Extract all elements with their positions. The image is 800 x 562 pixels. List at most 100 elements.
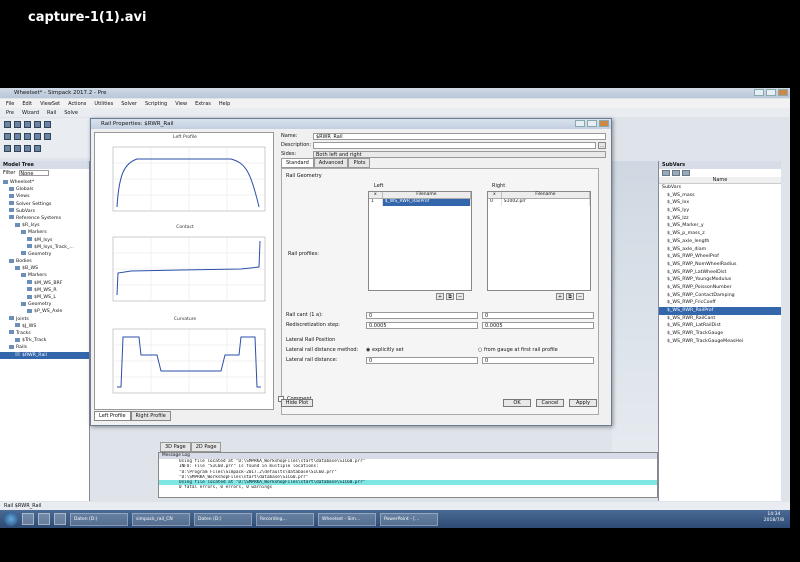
subvar-item[interactable]: $_WS_RWP_PoissonNumber (659, 284, 781, 292)
subvar-item[interactable]: $_WS_RWP_ContactDamping (659, 292, 781, 300)
minimize-button[interactable] (754, 89, 764, 96)
tree-item[interactable]: $P_WS_Axle (0, 308, 89, 315)
menu-item[interactable]: ViewSet (40, 101, 60, 107)
tree-item[interactable]: Geometry (0, 251, 89, 258)
rail-cant-left-input[interactable]: 0 (366, 311, 478, 319)
subvar-item[interactable]: $_WS_RWR_LatRailDist (659, 322, 781, 330)
tree-item[interactable]: Joints (0, 316, 89, 323)
sides-select[interactable]: Both left and right (313, 150, 606, 158)
description-more-button[interactable]: … (598, 141, 606, 149)
tree-item[interactable]: $B_WS (0, 265, 89, 272)
tree-item[interactable]: SubVars (0, 208, 89, 215)
body-icon[interactable] (14, 133, 21, 140)
tree-item[interactable]: Markers (0, 272, 89, 279)
dialog-help-button[interactable] (575, 120, 585, 127)
menu-item[interactable]: Edit (22, 101, 32, 107)
menu-item[interactable]: Extras (195, 101, 211, 107)
apply-button[interactable]: Apply (569, 399, 597, 407)
table-cell[interactable]: S1002.prr (502, 199, 590, 206)
subvar-item[interactable]: $_WS_RWP_FricCoeff (659, 299, 781, 307)
3d-view[interactable] (612, 161, 658, 461)
tree-item[interactable]: Reference Systems (0, 215, 89, 222)
delete-subvar-icon[interactable] (682, 170, 690, 176)
print-icon[interactable] (34, 121, 41, 128)
tree-item[interactable]: Views (0, 193, 89, 200)
measure-icon[interactable] (34, 145, 41, 152)
tab-advanced[interactable]: Advanced (313, 158, 349, 168)
subvar-item[interactable]: SubVars (659, 184, 781, 192)
subvar-item[interactable]: $_WS_Ixx (659, 199, 781, 207)
solve-icon[interactable] (4, 145, 11, 152)
maximize-button[interactable] (766, 89, 776, 96)
name-input[interactable]: $RWR_Rail (313, 132, 606, 140)
subvar-item[interactable]: $_WS_Izz (659, 215, 781, 223)
method-gauge-radio[interactable]: ○ from gauge at first rail profile (478, 347, 588, 353)
tree-item[interactable]: Geometry (0, 301, 89, 308)
taskbar-task[interactable]: Daten (D:) (70, 512, 128, 526)
rediscretization-right-input[interactable]: 0.0005 (482, 321, 594, 329)
plot-icon[interactable] (14, 145, 21, 152)
copy-row-button[interactable]: ⧉ (446, 293, 454, 300)
menu-item[interactable]: Help (219, 101, 230, 107)
description-input[interactable] (313, 141, 596, 149)
ok-button[interactable]: OK (503, 399, 531, 407)
table-row[interactable]: 1 $_WS_RWR_RailProf (369, 199, 471, 206)
subvar-item[interactable]: $_WS_axle_diam (659, 246, 781, 254)
tree-item[interactable]: $R_Isys (0, 222, 89, 229)
tree-item[interactable]: $RWR_Rail (0, 351, 89, 359)
subvar-item[interactable]: $_WS_RWP_LatWheelDist (659, 269, 781, 277)
copy-row-button[interactable]: ⧉ (566, 293, 574, 300)
tab-left-profile[interactable]: Left Profile (94, 411, 131, 421)
save-icon[interactable] (24, 121, 31, 128)
tree-item[interactable]: Wheelset* (0, 179, 89, 186)
joint-icon[interactable] (24, 133, 31, 140)
media-icon[interactable] (38, 513, 50, 525)
tree-item[interactable]: $M_WS_L (0, 294, 89, 301)
tree-item[interactable]: $M_Isys_Track_... (0, 244, 89, 251)
tree-item[interactable]: $Trk_Track (0, 337, 89, 344)
force-icon[interactable] (34, 133, 41, 140)
lateral-distance-left-input[interactable]: 0 (366, 356, 478, 364)
subvar-item[interactable]: $_WS_RWP_NomWheelRadius (659, 261, 781, 269)
subvar-item[interactable]: $_WS_Iyy (659, 207, 781, 215)
menu-item[interactable]: File (6, 101, 14, 107)
method-explicit-radio[interactable]: ◉ explicitly set (366, 347, 478, 353)
menu-item[interactable]: Solver (121, 101, 137, 107)
tree-item[interactable]: Rails (0, 344, 89, 351)
tab-2d-page[interactable]: 2D Page (190, 442, 222, 452)
tree-item[interactable]: $M_Isys (0, 237, 89, 244)
dialog-close-button[interactable] (599, 120, 609, 127)
tab-plots[interactable]: Plots (348, 158, 371, 168)
tree-item[interactable]: Solver Settings (0, 201, 89, 208)
dialog-maximize-button[interactable] (587, 120, 597, 127)
ribbon-tab[interactable]: Pre (6, 110, 14, 116)
undo-icon[interactable] (44, 121, 51, 128)
new-icon[interactable] (4, 121, 11, 128)
tree-item[interactable]: Markers (0, 229, 89, 236)
subvar-item[interactable]: $_WS_RWR_RailProf (659, 307, 781, 315)
start-button[interactable] (4, 512, 18, 526)
tree-item[interactable]: Bodies (0, 258, 89, 265)
tab-standard[interactable]: Standard (281, 158, 314, 168)
animation-icon[interactable] (24, 145, 31, 152)
lateral-distance-right-input[interactable]: 0 (482, 356, 594, 364)
tab-right-profile[interactable]: Right Profile (130, 411, 171, 421)
taskbar-task[interactable]: Daten (D:) (194, 512, 252, 526)
cancel-button[interactable]: Cancel (536, 399, 564, 407)
tab-3d-page[interactable]: 3D Page (160, 442, 191, 452)
subvar-item[interactable]: $_WS_axle_length (659, 238, 781, 246)
tree-item[interactable]: $M_WS_BRF (0, 280, 89, 287)
subvar-item[interactable]: $_WS_RWP_WheelProf (659, 253, 781, 261)
close-button[interactable] (778, 89, 788, 96)
remove-row-button[interactable]: − (576, 293, 584, 300)
model-icon[interactable] (4, 133, 11, 140)
add-row-button[interactable]: + (436, 293, 444, 300)
tree-item[interactable]: $J_WS (0, 323, 89, 330)
explorer-icon[interactable] (22, 513, 34, 525)
table-row[interactable]: 0 S1002.prr (488, 199, 590, 206)
browser-icon[interactable] (54, 513, 66, 525)
taskbar-task[interactable]: simpack_rail_CN (132, 512, 190, 526)
menu-item[interactable]: View (175, 101, 187, 107)
subvar-item[interactable]: $_WS_mass (659, 192, 781, 200)
open-icon[interactable] (14, 121, 21, 128)
